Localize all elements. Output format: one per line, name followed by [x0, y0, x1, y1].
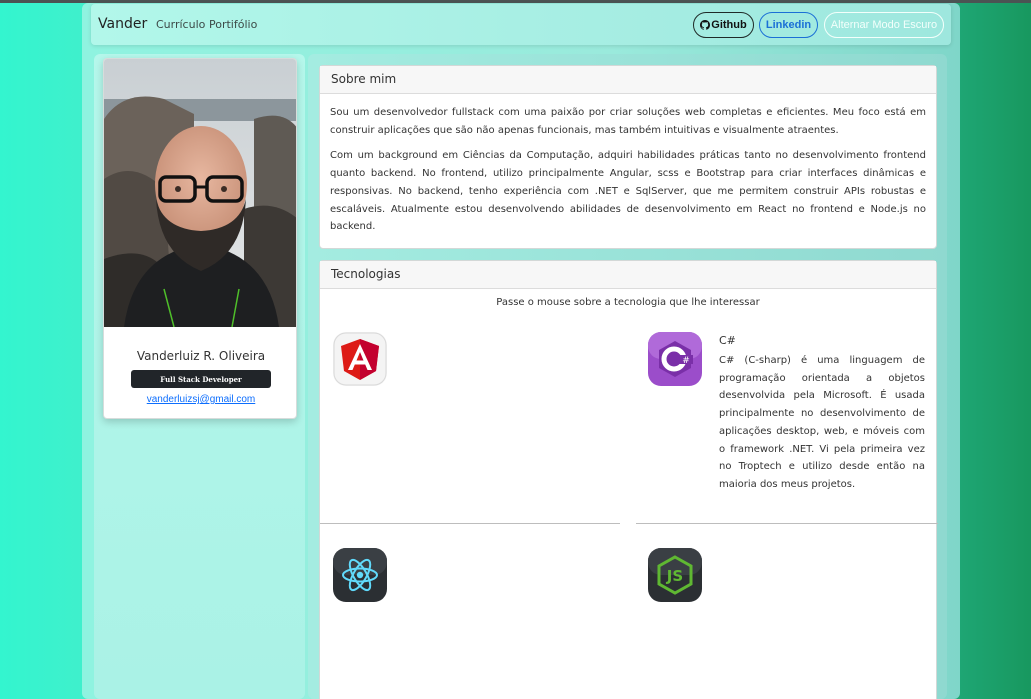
nodejs-icon[interactable]: JS: [648, 548, 702, 602]
role-badge: Full Stack Developer: [131, 370, 271, 388]
email-link[interactable]: vanderluizsj@gmail.com: [104, 394, 296, 405]
tech-title-csharp: C#: [719, 334, 736, 347]
github-label: Github: [711, 19, 747, 31]
tech-divider-right: [636, 523, 938, 524]
github-icon: [700, 20, 711, 30]
svg-text:JS: JS: [666, 567, 683, 585]
about-paragraph-2: Com um background em Ciências da Computa…: [330, 150, 926, 233]
csharp-icon[interactable]: #: [648, 332, 702, 386]
about-paragraph-1: Sou um desenvolvedor fullstack com uma p…: [330, 107, 926, 136]
nav-link-portifolio[interactable]: Portifólio: [209, 18, 257, 31]
about-title: Sobre mim: [320, 66, 936, 94]
nav-link-curriculo[interactable]: Currículo: [156, 18, 205, 31]
page-container: Vander Currículo Portifólio Github Linke…: [82, 3, 960, 699]
react-icon[interactable]: [333, 548, 387, 602]
brand[interactable]: Vander: [98, 16, 147, 32]
svg-text:#: #: [682, 356, 690, 366]
tech-divider-left: [320, 523, 620, 524]
dark-mode-toggle-button[interactable]: Alternar Modo Escuro: [824, 12, 944, 38]
about-card: Sobre mim Sou um desenvolvedor fullstack…: [319, 65, 937, 249]
tech-description-csharp: C# (C-sharp) é uma linguagem de programa…: [719, 355, 925, 490]
technologies-card: Tecnologias Passe o mouse sobre a tecnol…: [319, 260, 938, 699]
main-content: Sobre mim Sou um desenvolvedor fullstack…: [308, 54, 947, 699]
profile-photo: [104, 59, 296, 327]
navbar: Vander Currículo Portifólio Github Linke…: [91, 4, 951, 45]
sidebar: Vanderluiz R. Oliveira Full Stack Develo…: [94, 54, 305, 699]
technologies-hint: Passe o mouse sobre a tecnologia que lhe…: [496, 297, 760, 308]
technologies-title: Tecnologias: [320, 261, 936, 289]
linkedin-button[interactable]: Linkedin: [759, 12, 818, 38]
github-button[interactable]: Github: [693, 12, 754, 38]
profile-card: Vanderluiz R. Oliveira Full Stack Develo…: [103, 58, 297, 419]
profile-name: Vanderluiz R. Oliveira: [136, 349, 266, 363]
angular-icon[interactable]: [333, 332, 387, 386]
